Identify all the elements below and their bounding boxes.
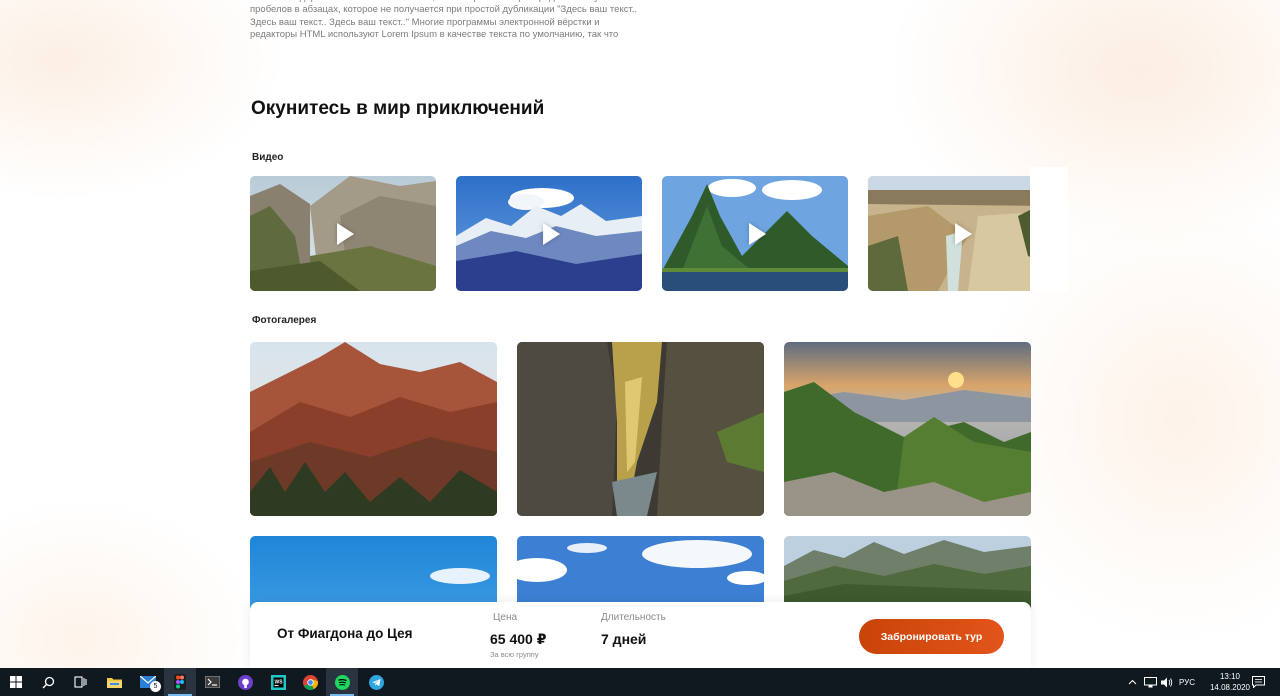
photo-card-sunset-valley[interactable]	[784, 342, 1031, 516]
sunset-valley-photo	[784, 342, 1031, 516]
github-icon[interactable]	[229, 668, 261, 696]
video-card-snow-peaks[interactable]	[456, 176, 642, 291]
notifications-icon[interactable]	[1252, 668, 1265, 696]
video-card-pitons[interactable]	[662, 176, 848, 291]
mail-icon[interactable]: 5	[132, 668, 164, 696]
webstorm-icon[interactable]: WS	[262, 668, 294, 696]
search-icon[interactable]	[32, 668, 64, 696]
photo-card-gorge[interactable]	[517, 342, 764, 516]
section-title: Окунитесь в мир приключений	[251, 98, 545, 119]
gallery-label: Фотогалерея	[252, 315, 317, 326]
price-value: 65 400 ₽	[490, 631, 547, 647]
page-content: менее стандартное заполнение шаблона, а …	[0, 0, 1280, 668]
taskbar: 5 WS РУС 13:10 14.08.2020	[0, 668, 1280, 696]
clock-date: 14.08.2020	[1209, 683, 1250, 692]
spotify-icon[interactable]	[326, 668, 358, 696]
windows-start-icon[interactable]	[0, 668, 32, 696]
video-label: Видео	[252, 152, 284, 163]
svg-text:WS: WS	[274, 679, 283, 685]
input-language[interactable]: РУС	[1179, 668, 1195, 696]
video-card-canyon[interactable]	[250, 176, 436, 291]
red-mountain-photo	[250, 342, 497, 516]
telegram-icon[interactable]	[360, 668, 392, 696]
video-card-yellowstone[interactable]	[868, 176, 1054, 291]
photo-card-red-mountain[interactable]	[250, 342, 497, 516]
play-icon[interactable]	[337, 222, 355, 245]
duration-value: 7 дней	[601, 631, 647, 647]
book-tour-button[interactable]: Забронировать тур	[859, 619, 1004, 654]
clock[interactable]: 13:10 14.08.2020	[1210, 671, 1250, 693]
play-icon[interactable]	[955, 222, 973, 245]
clock-time: 13:10	[1219, 672, 1240, 681]
figma-icon[interactable]	[164, 668, 196, 696]
task-view-icon[interactable]	[64, 668, 96, 696]
terminal-icon[interactable]	[196, 668, 228, 696]
network-icon[interactable]	[1144, 668, 1157, 696]
volume-icon[interactable]	[1161, 668, 1173, 696]
play-icon[interactable]	[543, 222, 561, 245]
price-label: Цена	[493, 612, 518, 623]
chrome-icon[interactable]	[294, 668, 326, 696]
play-icon[interactable]	[749, 222, 767, 245]
intro-paragraph: менее стандартное заполнение шаблона, а …	[250, 0, 638, 41]
tray-chevron-icon[interactable]	[1128, 668, 1137, 696]
gorge-photo	[517, 342, 764, 516]
carousel-fade	[1030, 167, 1068, 291]
file-explorer-icon[interactable]	[98, 668, 130, 696]
booking-bar: От Фиагдона до Цея Цена 65 400 ₽ За всю …	[250, 602, 1031, 668]
duration-label: Длительность	[601, 612, 666, 623]
mail-badge: 5	[150, 681, 161, 692]
price-note: За всю группу	[490, 650, 539, 659]
tour-name: От Фиагдона до Цея	[277, 626, 413, 641]
